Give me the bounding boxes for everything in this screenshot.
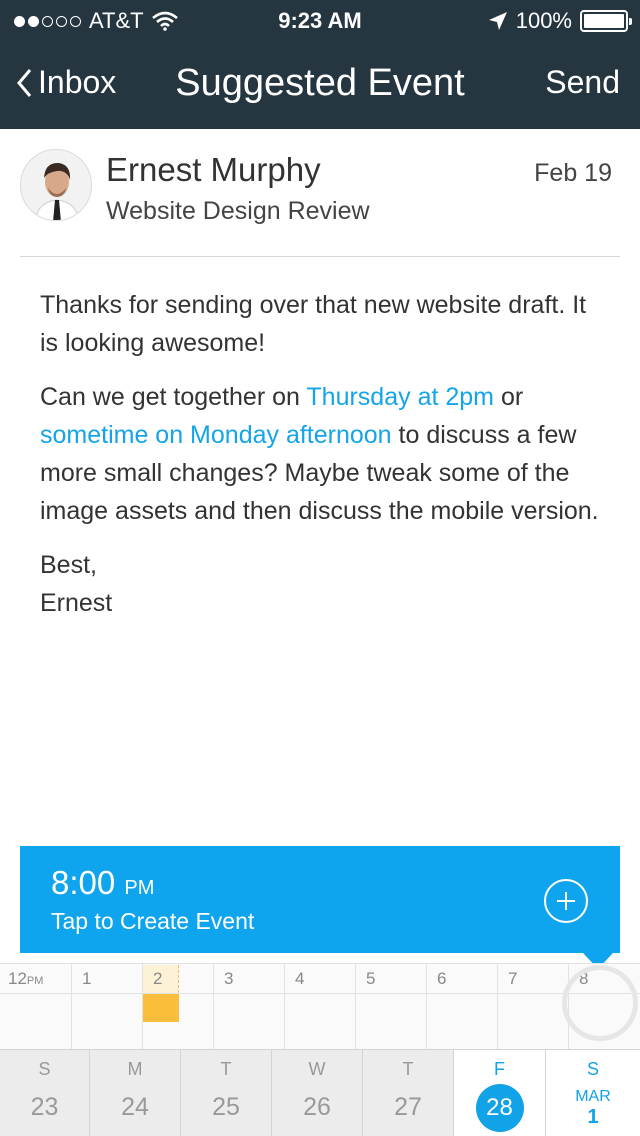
hour-timeline[interactable]: 12PM 1 2 3 4 5 6 7 8 [0, 963, 640, 1050]
event-time: 8:00 PM [51, 864, 154, 902]
status-bar: AT&T 9:23 AM 100% [0, 0, 640, 40]
hour-label: 2 [153, 969, 163, 988]
top-bar: AT&T 9:23 AM 100% Inbox Suggested Event … [0, 0, 640, 129]
event-time-value: 8:00 [51, 864, 116, 901]
day-number: 1 [587, 1106, 599, 1128]
hour-label: 3 [224, 969, 234, 988]
day-number: 27 [394, 1093, 422, 1121]
body-paragraph: Can we get together on Thursday at 2pm o… [40, 378, 605, 530]
battery-icon [580, 10, 632, 32]
message-date: Feb 19 [534, 159, 612, 187]
day-number: 26 [303, 1093, 331, 1121]
message-header: Ernest Murphy Website Design Review Feb … [20, 129, 620, 257]
hour-label: 7 [508, 969, 518, 988]
back-button-label: Inbox [38, 64, 117, 100]
hour-cell: 6 [426, 964, 497, 1050]
person-portrait [21, 150, 91, 220]
day-letter: S [586, 1059, 599, 1079]
battery-fill [584, 14, 624, 28]
selected-day-number: 28 [475, 1084, 524, 1132]
hour-cell: 1 [71, 964, 142, 1050]
body-paragraph: Thanks for sending over that new website… [40, 291, 587, 357]
hour-cell: 7 [497, 964, 568, 1050]
send-button[interactable]: Send [545, 64, 620, 101]
hour-label: 5 [366, 969, 376, 988]
chevron-left-icon [17, 68, 32, 97]
event-time-ampm: PM [124, 877, 155, 899]
day-number: 24 [121, 1093, 149, 1121]
navigation-bar: Inbox Suggested Event Send [0, 40, 640, 129]
sender-name: Ernest Murphy [106, 151, 321, 188]
add-event-plus-icon[interactable] [544, 879, 588, 923]
battery-percent: 100% [515, 8, 572, 33]
month-label: MAR [575, 1088, 611, 1105]
body-text: Can we get together on [40, 383, 307, 411]
day-number: 25 [212, 1093, 240, 1121]
hour-label: 1 [82, 969, 92, 988]
hour-cell: 2 [142, 964, 213, 1050]
create-event-hint: Tap to Create Event [51, 908, 255, 934]
message-body: Thanks for sending over that new website… [40, 286, 605, 638]
date-suggestion-link[interactable]: sometime on Monday afternoon [40, 421, 392, 449]
day-cell-selected[interactable]: F 28 [454, 1050, 546, 1136]
hour-cell: 4 [284, 964, 355, 1050]
message-subject: Website Design Review [106, 197, 370, 225]
date-suggestion-link[interactable]: Thursday at 2pm [306, 383, 494, 411]
back-button[interactable]: Inbox [16, 64, 116, 101]
status-right: 100% [488, 8, 632, 34]
day-letter: S [38, 1059, 51, 1079]
hour-cell: 3 [213, 964, 284, 1050]
day-letter: T [220, 1059, 232, 1079]
day-picker: S 23 M 24 T 25 W 26 T 27 F 28 S MAR 1 [0, 1049, 640, 1136]
avatar[interactable] [20, 149, 92, 221]
day-letter: W [308, 1059, 326, 1079]
hour-cell: 12PM [0, 964, 71, 1050]
hour-label: 6 [437, 969, 447, 988]
day-letter: F [494, 1059, 505, 1079]
day-letter: T [402, 1059, 414, 1079]
day-cell[interactable]: S 23 [0, 1050, 90, 1136]
location-arrow-icon [488, 12, 507, 30]
time-scrubber-handle[interactable] [562, 965, 638, 1041]
hour-label: 4 [295, 969, 305, 988]
signature-text: Ernest [40, 589, 113, 617]
day-cell[interactable]: W 26 [272, 1050, 363, 1136]
day-cell[interactable]: S MAR 1 [546, 1050, 640, 1136]
day-cell[interactable]: T 27 [363, 1050, 454, 1136]
day-letter: M [127, 1059, 143, 1079]
create-event-card[interactable]: 8:00 PM Tap to Create Event [20, 846, 620, 953]
hour-suffix: PM [26, 975, 44, 987]
body-text: or [494, 383, 524, 411]
body-signoff: Best, Ernest [40, 546, 605, 622]
day-cell[interactable]: T 25 [181, 1050, 272, 1136]
hour-cell: 5 [355, 964, 426, 1050]
day-cell[interactable]: M 24 [90, 1050, 181, 1136]
day-number: 23 [30, 1093, 59, 1121]
hour-label: 12 [8, 969, 27, 988]
signoff-text: Best, [40, 551, 97, 579]
